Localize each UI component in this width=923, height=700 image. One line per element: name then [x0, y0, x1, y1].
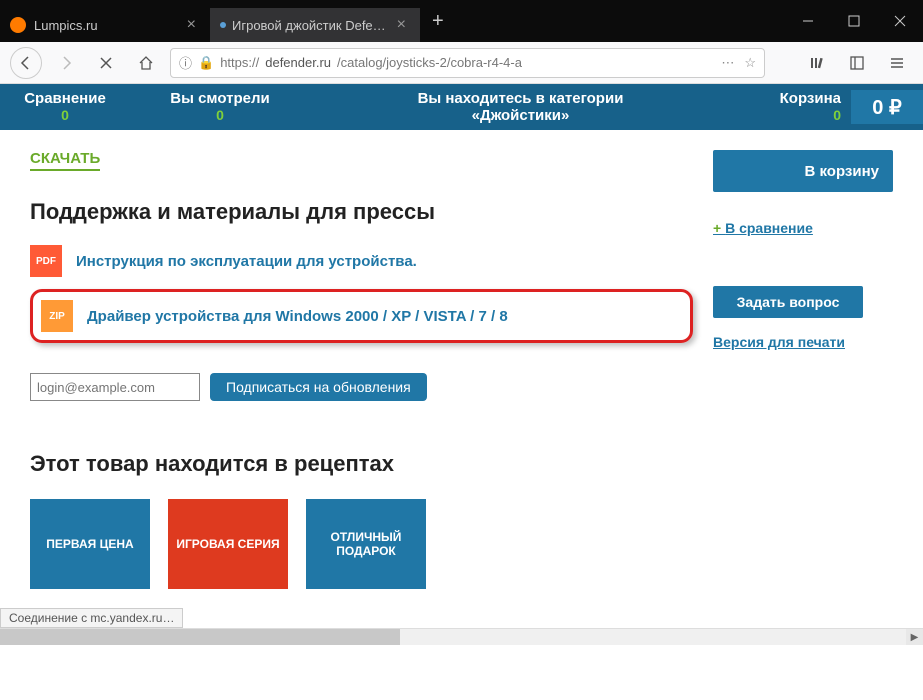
page-content: Сравнение 0 Вы смотрели 0 Вы находитесь …	[0, 84, 923, 645]
download-tab[interactable]: СКАЧАТЬ	[30, 150, 100, 171]
side-column: В корзину + В сравнение Задать вопрос Ве…	[713, 150, 893, 589]
scrollbar-thumb[interactable]	[0, 629, 400, 645]
stop-button[interactable]	[90, 47, 122, 79]
home-button[interactable]	[130, 47, 162, 79]
menu-icon[interactable]	[881, 47, 913, 79]
lumpics-favicon	[10, 17, 26, 33]
tab-close-icon[interactable]: ×	[183, 16, 200, 34]
page-actions-icon[interactable]: ⋯	[721, 55, 734, 71]
maximize-button[interactable]	[831, 5, 877, 37]
email-input[interactable]	[30, 373, 200, 401]
cart-sum[interactable]: 0 ₽	[851, 90, 923, 124]
forward-button[interactable]	[50, 47, 82, 79]
category-line1: Вы находитесь в категории	[310, 90, 731, 107]
ask-question-button[interactable]: Задать вопрос	[713, 286, 863, 318]
urlbar-actions: ⋯ ☆	[721, 55, 756, 71]
recipe-tile[interactable]: ПЕРВАЯ ЦЕНА	[30, 499, 150, 589]
main-column: СКАЧАТЬ Поддержка и материалы для прессы…	[30, 150, 713, 589]
add-to-compare-link[interactable]: + В сравнение	[713, 220, 893, 236]
viewed-label: Вы смотрели	[130, 90, 310, 107]
compare-label: Сравнение	[0, 90, 130, 107]
cart-widget[interactable]: Корзина 0	[731, 90, 851, 124]
window-titlebar: Lumpics.ru × Игровой джойстик Defender C…	[0, 0, 923, 42]
compare-value: 0	[0, 107, 130, 123]
pdf-badge-icon: PDF	[30, 245, 62, 277]
url-host: defender.ru	[265, 55, 331, 70]
tab-lumpics[interactable]: Lumpics.ru ×	[0, 8, 210, 42]
zip-badge-icon: ZIP	[41, 300, 73, 332]
highlight-frame: ZIP Драйвер устройства для Windows 2000 …	[30, 289, 693, 343]
compare-text: В сравнение	[725, 220, 813, 236]
support-heading: Поддержка и материалы для прессы	[30, 199, 693, 225]
tab-close-icon[interactable]: ×	[393, 16, 410, 34]
zip-driver-link[interactable]: ZIP Драйвер устройства для Windows 2000 …	[41, 300, 682, 332]
new-tab-button[interactable]: +	[420, 10, 456, 33]
url-bar[interactable]: ⓘ 🔒 https:// defender.ru/catalog/joystick…	[170, 48, 765, 78]
recipe-tile[interactable]: ОТЛИЧНЫЙ ПОДАРОК	[306, 499, 426, 589]
tab-label: Игровой джойстик Defender C	[232, 18, 393, 33]
bookmark-icon[interactable]: ☆	[744, 55, 756, 71]
zip-link-text: Драйвер устройства для Windows 2000 / XP…	[87, 308, 508, 325]
lock-icon: 🔒	[198, 55, 214, 71]
category-widget: Вы находитесь в категории «Джойстики»	[310, 90, 731, 124]
back-button[interactable]	[10, 47, 42, 79]
info-icon[interactable]: ⓘ	[179, 53, 192, 72]
subscribe-button[interactable]: Подписаться на обновления	[210, 373, 427, 401]
scroll-right-arrow[interactable]: ▶	[906, 629, 923, 645]
category-line2: «Джойстики»	[310, 107, 731, 124]
recipes-heading: Этот товар находится в рецептах	[30, 451, 693, 477]
compare-widget[interactable]: Сравнение 0	[0, 90, 130, 124]
add-to-cart-button[interactable]: В корзину	[713, 150, 893, 192]
print-version-link[interactable]: Версия для печати	[713, 334, 893, 350]
plus-icon: +	[713, 220, 725, 236]
url-path: /catalog/joysticks-2/cobra-r4-4-a	[337, 55, 522, 70]
window-controls	[785, 5, 923, 37]
recipe-tile[interactable]: ИГРОВАЯ СЕРИЯ	[168, 499, 288, 589]
pdf-manual-link[interactable]: PDF Инструкция по эксплуатации для устро…	[30, 245, 693, 277]
cart-value: 0	[731, 107, 841, 123]
loading-dot-icon	[220, 22, 226, 28]
minimize-button[interactable]	[785, 5, 831, 37]
viewed-value: 0	[130, 107, 310, 123]
recipes-row: ПЕРВАЯ ЦЕНА ИГРОВАЯ СЕРИЯ ОТЛИЧНЫЙ ПОДАР…	[30, 499, 693, 589]
cart-label: Корзина	[731, 90, 841, 107]
viewed-widget[interactable]: Вы смотрели 0	[130, 90, 310, 124]
browser-toolbar: ⓘ 🔒 https:// defender.ru/catalog/joystick…	[0, 42, 923, 84]
content-wrapper: СКАЧАТЬ Поддержка и материалы для прессы…	[0, 130, 923, 609]
top-info-bar: Сравнение 0 Вы смотрели 0 Вы находитесь …	[0, 84, 923, 130]
horizontal-scrollbar[interactable]: ▶	[0, 628, 923, 645]
status-bar: Соединение с mc.yandex.ru…	[0, 608, 183, 628]
library-icon[interactable]	[801, 47, 833, 79]
subscribe-form: Подписаться на обновления	[30, 373, 693, 401]
pdf-link-text: Инструкция по эксплуатации для устройств…	[76, 253, 417, 270]
sidebar-icon[interactable]	[841, 47, 873, 79]
tab-label: Lumpics.ru	[34, 18, 183, 33]
tab-defender[interactable]: Игровой джойстик Defender C ×	[210, 8, 420, 42]
url-scheme: https://	[220, 55, 259, 70]
close-window-button[interactable]	[877, 5, 923, 37]
